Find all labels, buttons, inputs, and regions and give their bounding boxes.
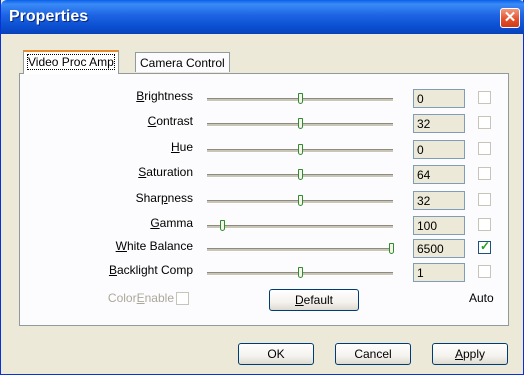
slider-track[interactable]	[207, 267, 393, 278]
slider-track[interactable]	[207, 169, 393, 180]
auto-checkbox[interactable]	[478, 91, 491, 104]
default-button[interactable]: Default	[269, 289, 359, 311]
close-button[interactable]: ✕	[500, 8, 520, 28]
slider-track[interactable]	[207, 243, 395, 254]
auto-checkbox[interactable]	[478, 142, 491, 155]
window-title: Properties	[9, 8, 89, 25]
slider-track[interactable]	[207, 220, 393, 231]
control-row: Hue 0	[1, 140, 524, 160]
control-label: Gamma	[150, 216, 193, 230]
checkmark-icon: ✓	[480, 239, 491, 253]
auto-checkbox[interactable]	[478, 167, 491, 180]
value-field[interactable]: 0	[413, 89, 465, 108]
control-row: Sharpness 32	[1, 191, 524, 211]
slider-thumb[interactable]	[219, 220, 225, 231]
color-enable-row: ColorEnable Default Auto	[1, 289, 524, 311]
tab-camera-control[interactable]: Camera Control	[135, 52, 230, 72]
apply-button[interactable]: Apply	[432, 343, 508, 365]
slider-track[interactable]	[207, 118, 393, 129]
cancel-button[interactable]: Cancel	[335, 343, 411, 365]
control-row: Saturation 64	[1, 165, 524, 185]
properties-dialog: Properties ✕ Video Proc Amp Camera Contr…	[0, 0, 524, 375]
control-label: Brightness	[136, 89, 193, 103]
slider-track[interactable]	[207, 144, 393, 155]
value-field[interactable]: 64	[413, 165, 465, 184]
value-field[interactable]: 32	[413, 114, 465, 133]
slider-thumb[interactable]	[389, 243, 395, 254]
color-enable-label: ColorEnable	[107, 291, 174, 305]
slider-thumb[interactable]	[298, 267, 303, 278]
color-enable-checkbox[interactable]	[176, 292, 189, 305]
tab-video-proc-amp[interactable]: Video Proc Amp	[23, 50, 119, 74]
close-icon: ✕	[503, 9, 517, 26]
value-field[interactable]: 1	[413, 263, 465, 282]
auto-checkbox[interactable]	[478, 218, 491, 231]
control-row: Contrast 32	[1, 114, 524, 134]
tab-label: Video Proc Amp	[27, 54, 115, 70]
title-bar[interactable]: Properties ✕	[1, 0, 524, 34]
value-field[interactable]: 6500	[413, 239, 465, 258]
control-label: White Balance	[115, 239, 193, 253]
control-label: Saturation	[138, 165, 193, 179]
auto-checkbox[interactable]	[478, 116, 491, 129]
value-field[interactable]: 0	[413, 140, 465, 159]
ok-button[interactable]: OK	[238, 343, 314, 365]
slider-track[interactable]	[207, 195, 393, 206]
control-row: Gamma 100	[1, 216, 524, 236]
value-field[interactable]: 100	[413, 216, 465, 235]
control-row: Brightness 0	[1, 89, 524, 109]
control-label: Sharpness	[135, 191, 193, 205]
auto-checkbox[interactable]	[478, 193, 491, 206]
slider-track[interactable]	[207, 93, 393, 104]
slider-thumb[interactable]	[298, 195, 303, 206]
control-row: White Balance 6500 ✓	[1, 239, 524, 259]
control-label: Contrast	[147, 114, 193, 128]
value-field[interactable]: 32	[413, 191, 465, 210]
slider-thumb[interactable]	[298, 169, 303, 180]
tab-label: Camera Control	[140, 56, 225, 70]
slider-thumb[interactable]	[298, 144, 303, 155]
control-label: Hue	[170, 140, 193, 154]
slider-thumb[interactable]	[298, 93, 303, 104]
auto-checkbox[interactable]	[478, 265, 491, 278]
auto-checkbox[interactable]: ✓	[478, 239, 491, 254]
control-label: Backlight Comp	[108, 263, 193, 277]
auto-label: Auto	[469, 291, 494, 305]
slider-thumb[interactable]	[298, 118, 303, 129]
control-row: Backlight Comp 1	[1, 263, 524, 283]
